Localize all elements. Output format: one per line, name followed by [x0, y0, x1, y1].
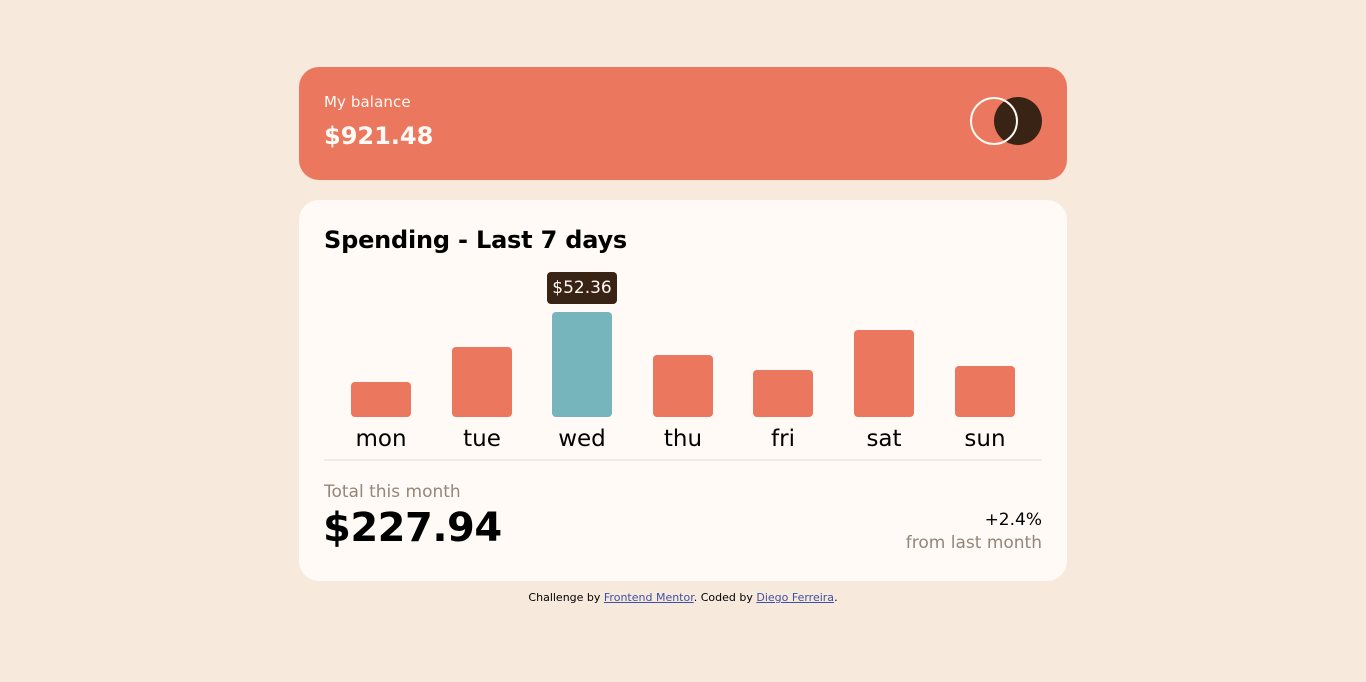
day-label-tue: tue — [463, 426, 501, 452]
change-percentage: +2.4% — [984, 510, 1042, 530]
total-label: Total this month — [324, 482, 461, 502]
bar-sun[interactable] — [955, 366, 1015, 417]
footer-prefix: Challenge by — [528, 591, 604, 604]
app-container: My balance $921.48 Spending - Last 7 day… — [299, 67, 1067, 604]
footer-middle: . Coded by — [693, 591, 757, 604]
footer-suffix: . — [834, 591, 838, 604]
day-label-thu: thu — [663, 426, 703, 452]
day-label-fri: fri — [771, 426, 795, 452]
bar-mon[interactable] — [351, 382, 411, 417]
divider — [324, 459, 1042, 461]
spending-chart: mon tue wed $52.36 thu fri sat sun — [299, 200, 1067, 500]
day-label-sun: sun — [964, 426, 1006, 452]
change-label: from last month — [905, 533, 1042, 553]
balance-label: My balance — [324, 93, 411, 111]
day-label-mon: mon — [355, 426, 407, 452]
balance-amount: $921.48 — [324, 122, 434, 150]
bar-wed[interactable] — [552, 312, 612, 417]
bar-sat[interactable] — [854, 330, 914, 417]
frontend-mentor-link[interactable]: Frontend Mentor — [604, 591, 694, 604]
spending-card: Spending - Last 7 days mon tue wed $52.36 th… — [299, 200, 1067, 581]
bar-tooltip: $52.36 — [547, 272, 617, 304]
attribution-footer: Challenge by Frontend Mentor. Coded by D… — [299, 591, 1067, 604]
author-link[interactable]: Diego Ferreira — [756, 591, 834, 604]
balance-card: My balance $921.48 — [299, 67, 1067, 180]
total-amount: $227.94 — [323, 505, 502, 551]
bar-tue[interactable] — [452, 347, 512, 417]
two-circles-logo-icon — [970, 97, 1042, 145]
day-label-sat: sat — [866, 426, 902, 452]
bar-thu[interactable] — [653, 355, 713, 417]
day-label-wed: wed — [558, 426, 606, 452]
bar-fri[interactable] — [753, 370, 813, 417]
